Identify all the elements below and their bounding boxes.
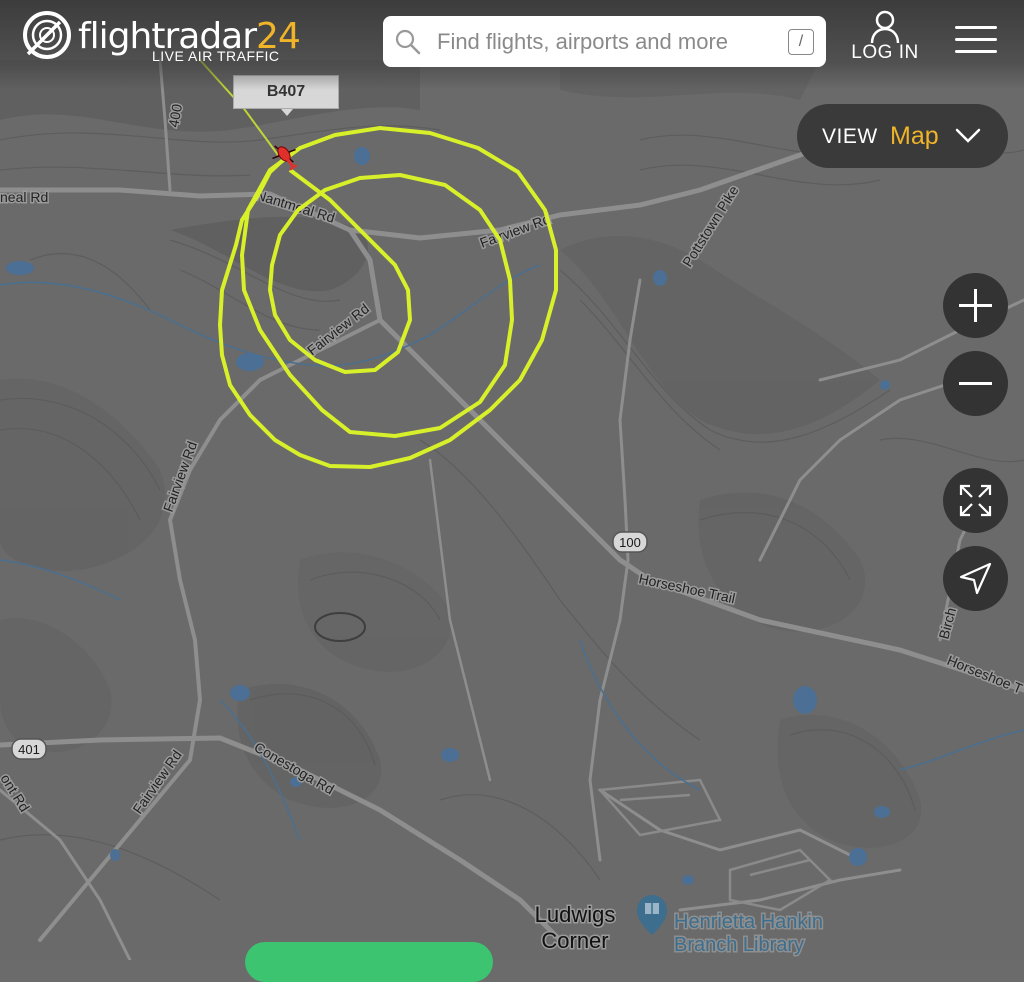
login-label: LOG IN [851,42,919,63]
logo-tagline: LIVE AIR TRAFFIC [152,48,280,64]
route-shield-401: 401 [11,738,47,760]
expand-icon [959,484,992,517]
minus-icon [959,382,992,385]
zoom-in-button[interactable] [943,273,1008,338]
poi-label[interactable]: Henrietta Hankin [673,910,825,935]
fullscreen-button[interactable] [943,468,1008,533]
login-button[interactable]: LOG IN [850,10,920,70]
chevron-down-icon [955,128,981,143]
locate-arrow-icon [959,562,992,595]
zoom-out-button[interactable] [943,351,1008,416]
search-icon [395,29,421,55]
route-shield-100: 100 [612,531,648,553]
search-bar[interactable]: / [383,16,826,67]
place-label: Corner [541,928,608,953]
menu-icon[interactable] [955,26,997,58]
logo[interactable]: flightradar24 [22,10,301,60]
locate-button[interactable] [943,546,1008,611]
poi-label[interactable]: Branch Library [673,933,806,958]
search-input[interactable] [435,25,759,59]
search-shortcut-key: / [788,29,814,55]
user-icon [870,10,900,44]
svg-text:401: 401 [18,742,40,757]
road-label: neal Rd [0,189,48,205]
view-selector[interactable]: VIEW Map [797,104,1008,168]
place-label: Ludwigs [535,902,616,927]
logo-radar-icon [23,11,71,59]
bottom-action-button[interactable] [245,942,493,982]
plus-icon [959,289,992,322]
view-label: VIEW [822,125,878,148]
view-value: Map [890,122,939,150]
svg-text:100: 100 [619,535,641,550]
top-bar: flightradar24 LIVE AIR TRAFFIC / LOG IN [0,0,1024,90]
